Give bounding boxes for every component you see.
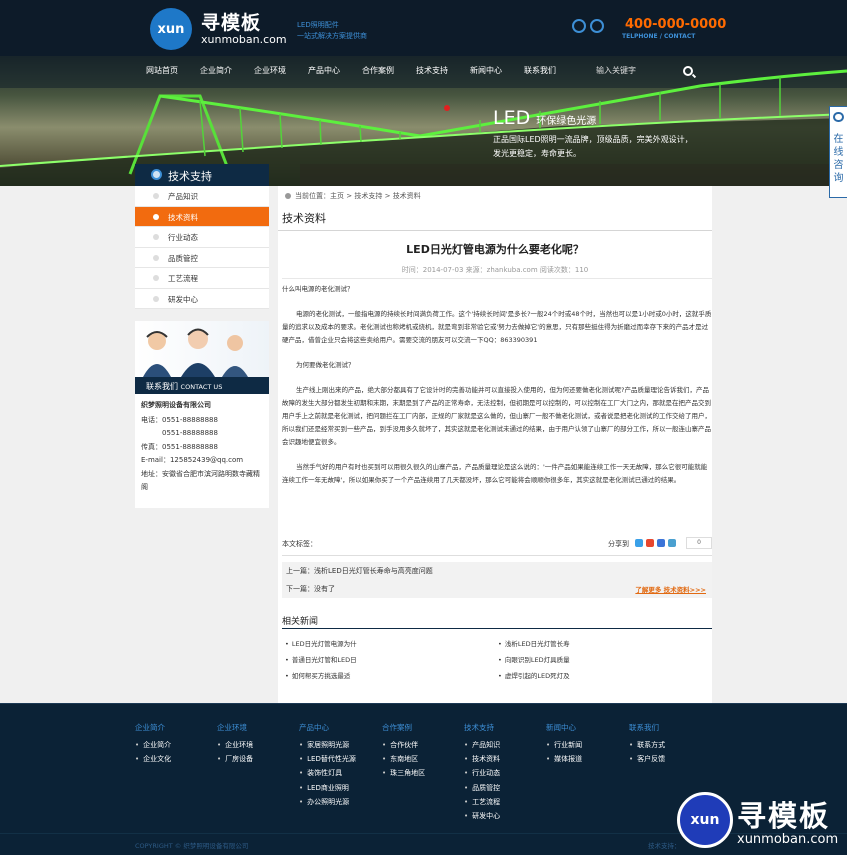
support-staff-image — [143, 328, 248, 377]
sidebar-menu: 产品知识 技术资料 行业动态 品质管控 工艺流程 研发中心 — [135, 186, 269, 309]
sidebar-item-tech-docs[interactable]: 技术资料 — [135, 206, 269, 227]
logo-icon[interactable]: xun — [150, 8, 192, 50]
paragraph: 生产线上刚出来的产品，绝大部分都具有了它设计时的完善功能并可以直接投入使用的，但… — [282, 386, 711, 446]
nav-products[interactable]: 产品中心 — [308, 65, 340, 76]
copyright: COPYRIGHT © 织梦照明设备有限公司 — [135, 842, 249, 850]
main-nav: 网站首页 企业简介 企业环境 产品中心 合作案例 技术支持 新闻中心 联系我们 … — [0, 56, 847, 88]
next-article-link[interactable]: 下一篇：没有了 — [286, 584, 335, 594]
banner-title: LED 环保绿色光源 — [493, 107, 597, 129]
footer-col-news: 新闻中心 行业新闻 媒体报道 — [546, 722, 582, 766]
share-tencent-icon[interactable] — [657, 539, 665, 547]
nav-about[interactable]: 企业简介 — [200, 65, 232, 76]
footer-col-cases: 合作案例 合作伙伴 东南地区 珠三角地区 — [382, 722, 425, 781]
header: xun 寻模板 xunmoban.com LED照明配件 一站式解决方案提供商 … — [0, 0, 847, 56]
article-meta: 时间：2014-07-03 来源：zhankuba.com 阅读次数：110 — [401, 266, 589, 274]
footer-col-support: 技术支持 产品知识 技术资料 行业动态 品质管控 工艺流程 研发中心 — [464, 722, 500, 823]
paragraph: 为何要做老化测试？ — [296, 361, 355, 369]
sidebar-item-product-knowledge[interactable]: 产品知识 — [135, 186, 269, 207]
circle-icon — [151, 169, 162, 180]
tags-label: 本文标签： — [282, 540, 317, 548]
sidebar-title: 技术支持 — [135, 164, 269, 186]
banner: 网站首页 企业简介 企业环境 产品中心 合作案例 技术支持 新闻中心 联系我们 … — [0, 56, 847, 186]
nav-contact[interactable]: 联系我们 — [524, 65, 556, 76]
related-title: 相关新闻 — [282, 617, 319, 627]
related-link[interactable]: 虚焊引起的LED死灯及 — [498, 670, 570, 680]
article-title: LED日光灯管电源为什么要老化呢？ — [406, 243, 584, 256]
tech-support-label: 技术支持： — [648, 842, 681, 850]
tel-line-2: 0551-88888888 — [162, 429, 218, 437]
nav-cases[interactable]: 合作案例 — [362, 65, 394, 76]
customer-service-photo — [135, 321, 269, 377]
footer-col-contact: 联系我们 联系方式 客户反馈 — [629, 722, 665, 766]
watermark-text: 寻模板 — [737, 799, 831, 833]
breadcrumb-tech-docs[interactable]: 技术资料 — [393, 192, 421, 200]
footer-col-products: 产品中心 家居照明光源 LED替代性光源 装饰性灯具 LED商业照明 办公照明光… — [299, 722, 356, 809]
sidebar-item-rnd[interactable]: 研发中心 — [135, 288, 269, 309]
tags-share-row: 本文标签： 分享到 0 — [282, 537, 712, 553]
bullet-icon — [153, 213, 159, 220]
banner-text: 正品国际LED照明一流品牌，顶级品质，完美外观设计， 发光更稳定，寿命更长。 — [493, 135, 693, 158]
email-line: E-mail：125852439@qq.com — [141, 456, 244, 464]
home-icon — [285, 193, 291, 199]
share-qzone-icon[interactable] — [635, 539, 643, 547]
page-title: 技术资料 — [282, 212, 326, 225]
hotline-number: 400-000-0000 — [625, 17, 727, 32]
more-link[interactable]: 了解更多 技术资料>>> — [635, 584, 706, 594]
sidebar-item-industry-news[interactable]: 行业动态 — [135, 227, 269, 248]
search-icon[interactable] — [683, 66, 693, 76]
watermark-domain: xunmoban.com — [737, 832, 839, 847]
share-label: 分享到 — [608, 540, 629, 548]
weibo-icon[interactable] — [590, 19, 604, 33]
contact-title: 联系我们 CONTACT US — [135, 377, 269, 394]
paragraph: 什么叫电源的老化测试？ — [282, 285, 354, 293]
meta-divider — [282, 278, 712, 279]
related-link[interactable]: 如何帮买方挑选最适 — [285, 670, 351, 680]
hotline-label: TELPHONE / CONTACT — [622, 33, 696, 40]
tags-divider — [282, 555, 712, 556]
bullet-icon — [153, 193, 159, 199]
breadcrumb: 当前位置：主页 > 技术支持 > 技术资料 — [285, 191, 421, 201]
chat-icon — [833, 112, 844, 122]
related-link[interactable]: 向眼识别LED灯具质量 — [498, 654, 570, 664]
related-link[interactable]: 浅析LED日光灯管长寿 — [498, 638, 570, 648]
bullet-icon — [153, 275, 159, 281]
sidebar-item-process[interactable]: 工艺流程 — [135, 268, 269, 289]
logo-text[interactable]: 寻模板 — [201, 8, 261, 35]
bullet-icon — [153, 295, 159, 302]
related-link[interactable]: 普通日光灯管和LED日 — [285, 654, 357, 664]
nav-home[interactable]: 网站首页 — [146, 65, 178, 76]
prev-article-link[interactable]: 上一篇：浅析LED日光灯管长寿命与高亮度问题 — [286, 566, 433, 576]
online-consult-button[interactable]: 在线咨询 — [829, 106, 847, 198]
share-more-icon[interactable] — [668, 539, 676, 547]
breadcrumb-support[interactable]: 技术支持 — [354, 192, 382, 200]
slogan: LED照明配件 一站式解决方案提供商 — [297, 21, 367, 40]
footer-col-about: 企业简介 企业简介 企业文化 — [135, 722, 171, 766]
breadcrumb-home[interactable]: 主页 — [330, 192, 344, 200]
bullet-icon — [153, 254, 159, 261]
paragraph: 电源的老化测试，一般指电源的持续长时间满负荷工作。这个'持续长时间'是多长?一般… — [282, 310, 712, 344]
article-body: 什么叫电源的老化测试？ 电源的老化测试，一般指电源的持续长时间满负荷工作。这个'… — [282, 283, 712, 499]
nav-news[interactable]: 新闻中心 — [470, 65, 502, 76]
footer-col-environment: 企业环境 企业环境 厂房设备 — [217, 722, 253, 766]
bullet-icon — [153, 234, 159, 240]
nav-environment[interactable]: 企业环境 — [254, 65, 286, 76]
paragraph: 当然手气好的用户有时也买到可以用很久很久的山寨产品，产品质量理论是这么说的：'一… — [282, 463, 708, 484]
nav-support[interactable]: 技术支持 — [416, 65, 448, 76]
contact-info: 织梦照明设备有限公司 电话：0551-88888888 0551-8888888… — [135, 394, 269, 508]
company-name: 织梦照明设备有限公司 — [141, 401, 211, 409]
share-weibo-icon[interactable] — [646, 539, 654, 547]
related-link[interactable]: LED日光灯管电源为什 — [285, 638, 357, 648]
qq-icon[interactable] — [572, 19, 586, 33]
tel-line-1: 电话：0551-88888888 — [141, 415, 218, 424]
fax-line: 传真：0551-88888888 — [141, 442, 218, 451]
title-divider — [278, 230, 712, 231]
logo-domain: xunmoban.com — [201, 33, 287, 46]
address-line: 地址：安徽省合肥市滨河路明数寺藏精阁 — [141, 469, 260, 492]
share-count: 0 — [686, 537, 712, 549]
related-divider — [282, 628, 712, 629]
sidebar-item-quality[interactable]: 品质管控 — [135, 247, 269, 268]
watermark-logo-icon: xun — [677, 792, 733, 848]
prev-next-box: 上一篇：浅析LED日光灯管长寿命与高亮度问题 下一篇：没有了 了解更多 技术资料… — [282, 562, 712, 598]
